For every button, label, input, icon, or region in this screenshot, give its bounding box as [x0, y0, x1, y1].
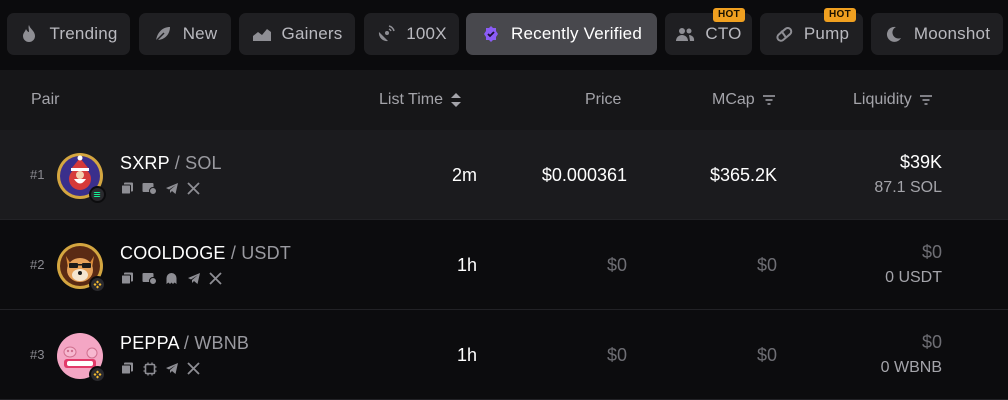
- tab-100x[interactable]: 100X: [364, 13, 459, 55]
- column-list-time[interactable]: List Time: [379, 91, 462, 109]
- filter-icon[interactable]: [919, 94, 933, 106]
- rank: #1: [30, 167, 45, 182]
- liquidity: $0: [921, 332, 942, 352]
- people-icon: [675, 24, 695, 44]
- tab-label: 100X: [406, 24, 447, 43]
- liquidity: $39K: [899, 152, 942, 172]
- price: $0: [606, 345, 627, 365]
- base-symbol: COOLDOGE: [120, 243, 226, 263]
- bnb-icon: [89, 276, 106, 293]
- website-icon[interactable]: [142, 181, 157, 196]
- tab-gainers[interactable]: Gainers: [239, 13, 355, 55]
- copy-icon[interactable]: [120, 361, 135, 376]
- hot-badge: HOT: [823, 8, 856, 22]
- liquidity-amount: 87.1 SOL: [874, 179, 942, 196]
- column-pair: Pair: [31, 91, 60, 108]
- column-price: Price: [585, 91, 622, 108]
- table-row[interactable]: #2 COOLDOGE / USDT 1h $0 $0 $0 0 USDT: [0, 220, 1008, 310]
- hot-badge: HOT: [712, 8, 745, 22]
- list-time: 2m: [451, 165, 477, 185]
- price: $0.000361: [541, 165, 627, 185]
- sort-icon[interactable]: [450, 92, 462, 108]
- tab-recently-verified[interactable]: Recently Verified: [466, 13, 657, 55]
- discord-icon[interactable]: [164, 271, 179, 286]
- table-row[interactable]: #1 SXRP / SOL 2m $0.000361 $365.2K $39K …: [0, 130, 1008, 220]
- liquidity-amount: 0 USDT: [885, 269, 942, 286]
- table-row[interactable]: #3 PEPPA / WBNB 1h $0 $0 $0 0 WBNB: [0, 310, 1008, 400]
- website-icon[interactable]: [142, 271, 157, 286]
- table-header: Pair List Time Price MCap Liquidity: [0, 70, 1008, 130]
- social-links: [120, 271, 223, 286]
- quote-symbol: USDT: [241, 243, 292, 263]
- quote-symbol: WBNB: [194, 333, 250, 353]
- pair-name[interactable]: COOLDOGE / USDT: [120, 243, 291, 264]
- tab-pump[interactable]: Pump HOT: [760, 8, 863, 55]
- social-links: [120, 361, 201, 376]
- column-mcap[interactable]: MCap: [712, 91, 776, 109]
- base-symbol: SXRP: [120, 153, 170, 173]
- rank: #3: [30, 347, 45, 362]
- tab-moonshot[interactable]: Moonshot: [871, 13, 1003, 55]
- solana-icon: [89, 186, 106, 203]
- moon-icon: [884, 24, 904, 44]
- x-icon[interactable]: [186, 361, 201, 376]
- telegram-icon[interactable]: [164, 361, 179, 376]
- tab-cto[interactable]: CTO HOT: [665, 8, 752, 55]
- column-liquidity[interactable]: Liquidity: [853, 91, 933, 109]
- rank: #2: [30, 257, 45, 272]
- market-cap: $365.2K: [709, 165, 777, 185]
- x-icon[interactable]: [208, 271, 223, 286]
- liquidity-amount: 0 WBNB: [880, 359, 942, 376]
- category-tabs: Trending New Gainers 100X Recently Verif…: [0, 0, 1008, 70]
- bnb-icon: [89, 366, 106, 383]
- tab-label: Moonshot: [913, 24, 991, 43]
- filter-icon[interactable]: [762, 94, 776, 106]
- copy-icon[interactable]: [120, 181, 135, 196]
- social-links: [120, 181, 201, 196]
- tab-label: Pump: [803, 24, 850, 43]
- market-cap: $0: [756, 255, 777, 275]
- tab-label: Gainers: [281, 24, 343, 43]
- list-time: 1h: [456, 345, 477, 365]
- x-icon[interactable]: [186, 181, 201, 196]
- tab-new[interactable]: New: [139, 13, 231, 55]
- copy-icon[interactable]: [120, 271, 135, 286]
- flame-icon: [19, 24, 39, 44]
- tab-label: New: [182, 24, 218, 43]
- base-symbol: PEPPA: [120, 333, 179, 353]
- quote-symbol: SOL: [185, 153, 222, 173]
- market-cap: $0: [756, 345, 777, 365]
- tab-label: CTO: [705, 24, 742, 43]
- liquidity: $0: [921, 242, 942, 262]
- contract-icon[interactable]: [142, 361, 157, 376]
- tab-trending[interactable]: Trending: [7, 13, 130, 55]
- pair-name[interactable]: PEPPA / WBNB: [120, 333, 249, 354]
- telegram-icon[interactable]: [164, 181, 179, 196]
- list-time: 1h: [456, 255, 477, 275]
- leaf-icon: [153, 24, 173, 44]
- chart-up-icon: [252, 24, 272, 44]
- satellite-icon: [376, 24, 396, 44]
- pill-icon: [774, 24, 794, 44]
- price: $0: [606, 255, 627, 275]
- tab-label: Trending: [49, 24, 118, 43]
- verified-badge-icon: [481, 24, 501, 44]
- telegram-icon[interactable]: [186, 271, 201, 286]
- tab-label: Recently Verified: [511, 24, 642, 43]
- pair-name[interactable]: SXRP / SOL: [120, 153, 222, 174]
